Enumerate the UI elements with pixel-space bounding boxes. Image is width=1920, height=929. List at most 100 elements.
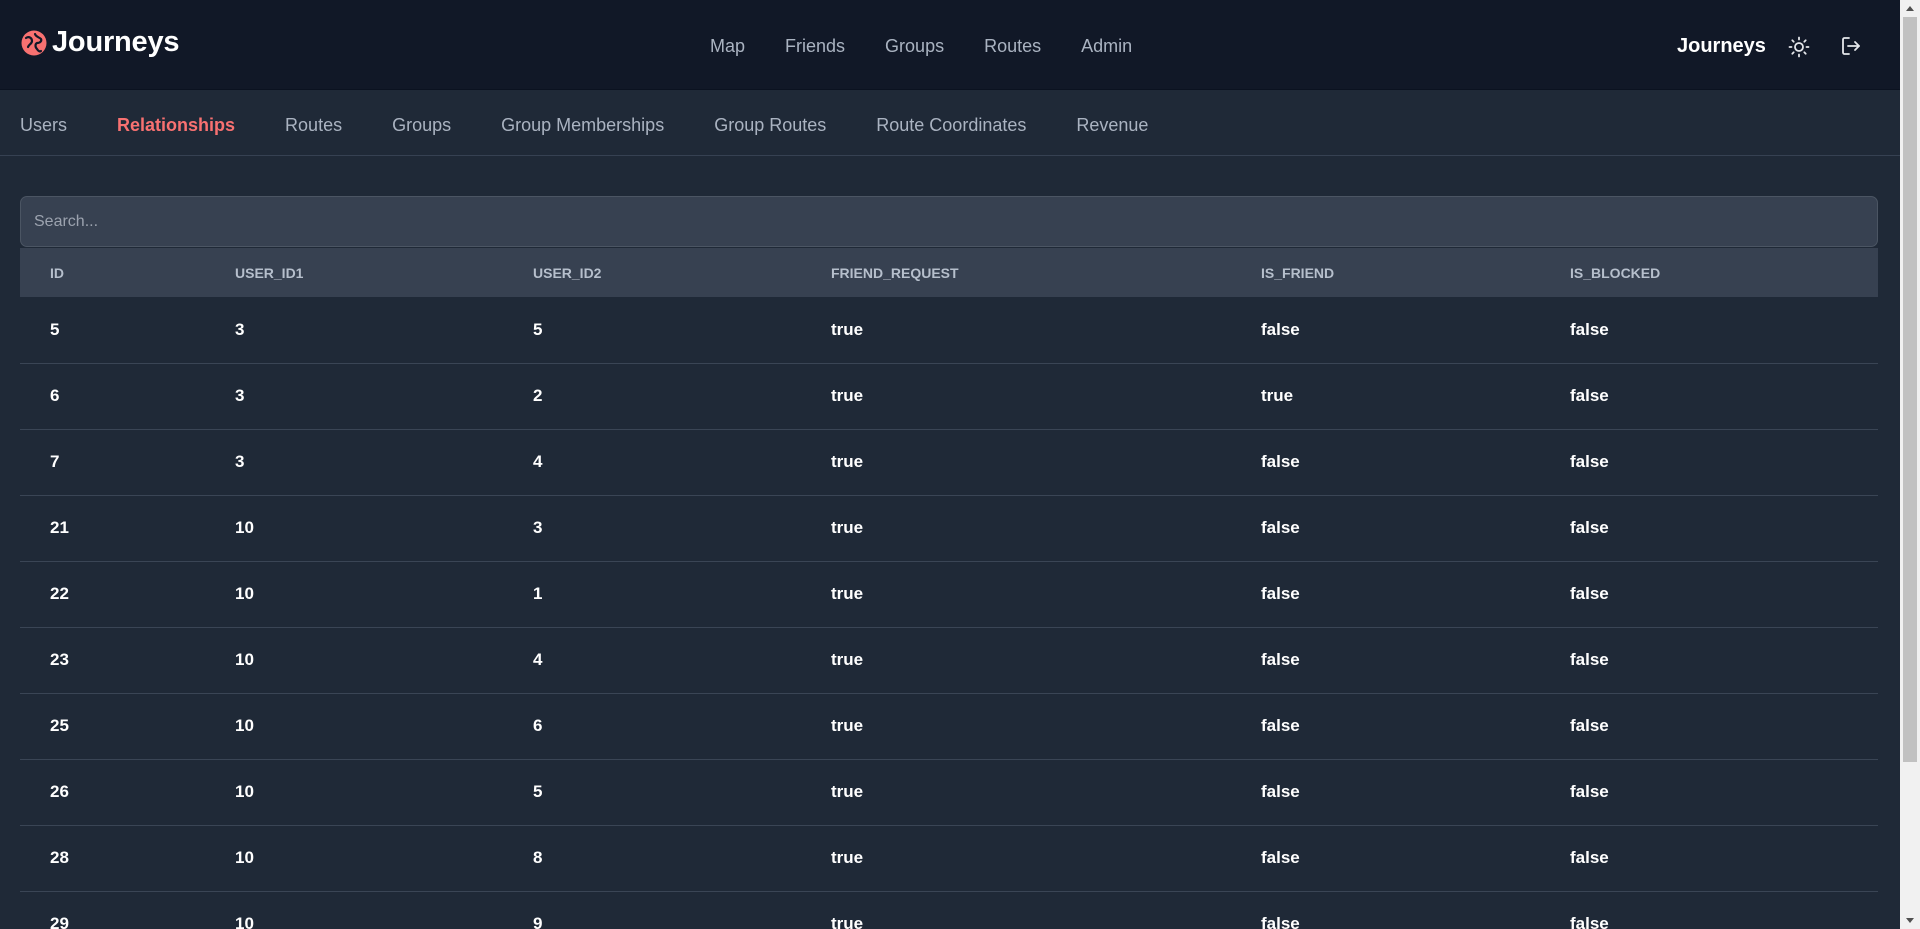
subnav-users[interactable]: Users — [20, 114, 67, 136]
sun-icon — [1788, 36, 1810, 58]
cell-user-id2: 5 — [533, 319, 543, 339]
cell-user-id1: 10 — [235, 782, 254, 801]
nav-map[interactable]: Map — [710, 35, 745, 57]
cell-user-id2: 9 — [533, 914, 543, 929]
cell-id: 5 — [50, 319, 60, 339]
scrollbar-thumb[interactable] — [1903, 17, 1917, 762]
cell-is-friend: false — [1261, 518, 1300, 537]
user-name[interactable]: Journeys — [1677, 35, 1766, 57]
subnav-group-routes[interactable]: Group Routes — [714, 114, 826, 136]
cell-user-id1: 3 — [235, 386, 245, 405]
cell-user-id2: 8 — [533, 848, 543, 867]
header-col-is-blocked: IS_BLOCKED — [1570, 264, 1661, 281]
cell-friend-request: true — [831, 650, 864, 669]
cell-is-friend: false — [1261, 650, 1300, 669]
cell-id: 28 — [50, 848, 69, 867]
globe-icon — [20, 29, 48, 57]
cell-id: 23 — [50, 650, 69, 669]
page-scrollbar[interactable] — [1900, 0, 1920, 929]
main-nav: Map Friends Groups Routes Admin — [710, 35, 1132, 57]
cell-id: 29 — [50, 914, 69, 929]
cell-user-id2: 6 — [533, 716, 543, 735]
subnav-group-memberships[interactable]: Group Memberships — [501, 114, 664, 136]
cell-is-friend: false — [1261, 319, 1300, 339]
cell-friend-request: true — [831, 848, 864, 867]
search-input[interactable] — [20, 196, 1878, 247]
theme-toggle-button[interactable] — [1786, 34, 1812, 60]
cell-user-id2: 3 — [533, 518, 543, 537]
scroll-up-arrow-icon[interactable] — [1900, 0, 1920, 17]
cell-friend-request: true — [831, 452, 864, 471]
header-col-user-id2: USER_ID2 — [533, 264, 602, 281]
table-row[interactable]: 29 10 9 true false false — [20, 891, 1878, 929]
table-body: 5 3 5 true false false 6 3 2 true true false 7 3 4 true… — [20, 297, 1878, 929]
nav-groups[interactable]: Groups — [885, 35, 944, 57]
logout-button[interactable] — [1838, 33, 1864, 59]
cell-friend-request: true — [831, 716, 864, 735]
cell-user-id1: 10 — [235, 518, 254, 537]
table-row[interactable]: 7 3 4 true false false — [20, 429, 1878, 495]
cell-friend-request: true — [831, 386, 864, 405]
nav-admin[interactable]: Admin — [1081, 35, 1132, 57]
table-row[interactable]: 26 10 5 true false false — [20, 759, 1878, 825]
header-col-user-id1: USER_ID1 — [235, 264, 304, 281]
cell-is-friend: false — [1261, 452, 1300, 471]
relationships-table: ID USER_ID1 USER_ID2 FRIEND_REQUEST IS_FRIEN… — [20, 248, 1878, 929]
table-header-row: ID USER_ID1 USER_ID2 FRIEND_REQUEST IS_FRIEN… — [20, 248, 1878, 297]
cell-is-blocked: false — [1570, 319, 1609, 339]
cell-is-friend: false — [1261, 914, 1300, 929]
scroll-down-arrow-icon[interactable] — [1900, 912, 1920, 929]
header-col-friend-request: FRIEND_REQUEST — [831, 264, 959, 281]
table-row[interactable]: 28 10 8 true false false — [20, 825, 1878, 891]
cell-user-id1: 3 — [235, 319, 245, 339]
cell-user-id2: 2 — [533, 386, 543, 405]
cell-is-blocked: false — [1570, 584, 1609, 603]
nav-friends[interactable]: Friends — [785, 35, 845, 57]
cell-user-id1: 10 — [235, 584, 254, 603]
cell-id: 22 — [50, 584, 69, 603]
table-row[interactable]: 21 10 3 true false false — [20, 495, 1878, 561]
cell-is-friend: false — [1261, 848, 1300, 867]
table-row[interactable]: 23 10 4 true false false — [20, 627, 1878, 693]
subnav-relationships[interactable]: Relationships — [117, 114, 235, 136]
cell-user-id1: 10 — [235, 650, 254, 669]
cell-friend-request: true — [831, 319, 864, 339]
cell-is-blocked: false — [1570, 386, 1609, 405]
brand-link[interactable]: Journeys — [20, 26, 180, 59]
admin-subnav: Users Relationships Routes Groups Group … — [0, 90, 1900, 156]
cell-id: 7 — [50, 452, 60, 471]
subnav-groups[interactable]: Groups — [392, 114, 451, 136]
nav-routes[interactable]: Routes — [984, 35, 1041, 57]
subnav-revenue[interactable]: Revenue — [1076, 114, 1148, 136]
subnav-routes[interactable]: Routes — [285, 114, 342, 136]
cell-is-blocked: false — [1570, 914, 1609, 929]
cell-friend-request: true — [831, 914, 864, 929]
table-row[interactable]: 5 3 5 true false false — [20, 297, 1878, 363]
cell-friend-request: true — [831, 518, 864, 537]
cell-is-friend: false — [1261, 782, 1300, 801]
cell-is-friend: false — [1261, 716, 1300, 735]
brand-name: Journeys — [52, 26, 180, 58]
table-row[interactable]: 6 3 2 true true false — [20, 363, 1878, 429]
cell-user-id1: 10 — [235, 848, 254, 867]
header-col-id: ID — [50, 264, 64, 281]
relationships-table-container: ID USER_ID1 USER_ID2 FRIEND_REQUEST IS_FRIEN… — [20, 248, 1878, 929]
subnav-route-coordinates[interactable]: Route Coordinates — [876, 114, 1026, 136]
cell-user-id2: 4 — [533, 452, 543, 471]
cell-is-blocked: false — [1570, 452, 1609, 471]
cell-user-id1: 10 — [235, 716, 254, 735]
cell-is-blocked: false — [1570, 650, 1609, 669]
cell-user-id1: 10 — [235, 914, 254, 929]
cell-id: 21 — [50, 518, 69, 537]
top-navbar: Journeys Map Friends Groups Routes Admin… — [0, 0, 1900, 90]
cell-is-blocked: false — [1570, 848, 1609, 867]
cell-friend-request: true — [831, 584, 864, 603]
header-col-is-friend: IS_FRIEND — [1261, 264, 1335, 281]
cell-id: 25 — [50, 716, 69, 735]
logout-icon — [1842, 37, 1860, 55]
table-row[interactable]: 25 10 6 true false false — [20, 693, 1878, 759]
cell-user-id2: 4 — [533, 650, 543, 669]
table-row[interactable]: 22 10 1 true false false — [20, 561, 1878, 627]
cell-id: 6 — [50, 386, 60, 405]
cell-user-id1: 3 — [235, 452, 245, 471]
